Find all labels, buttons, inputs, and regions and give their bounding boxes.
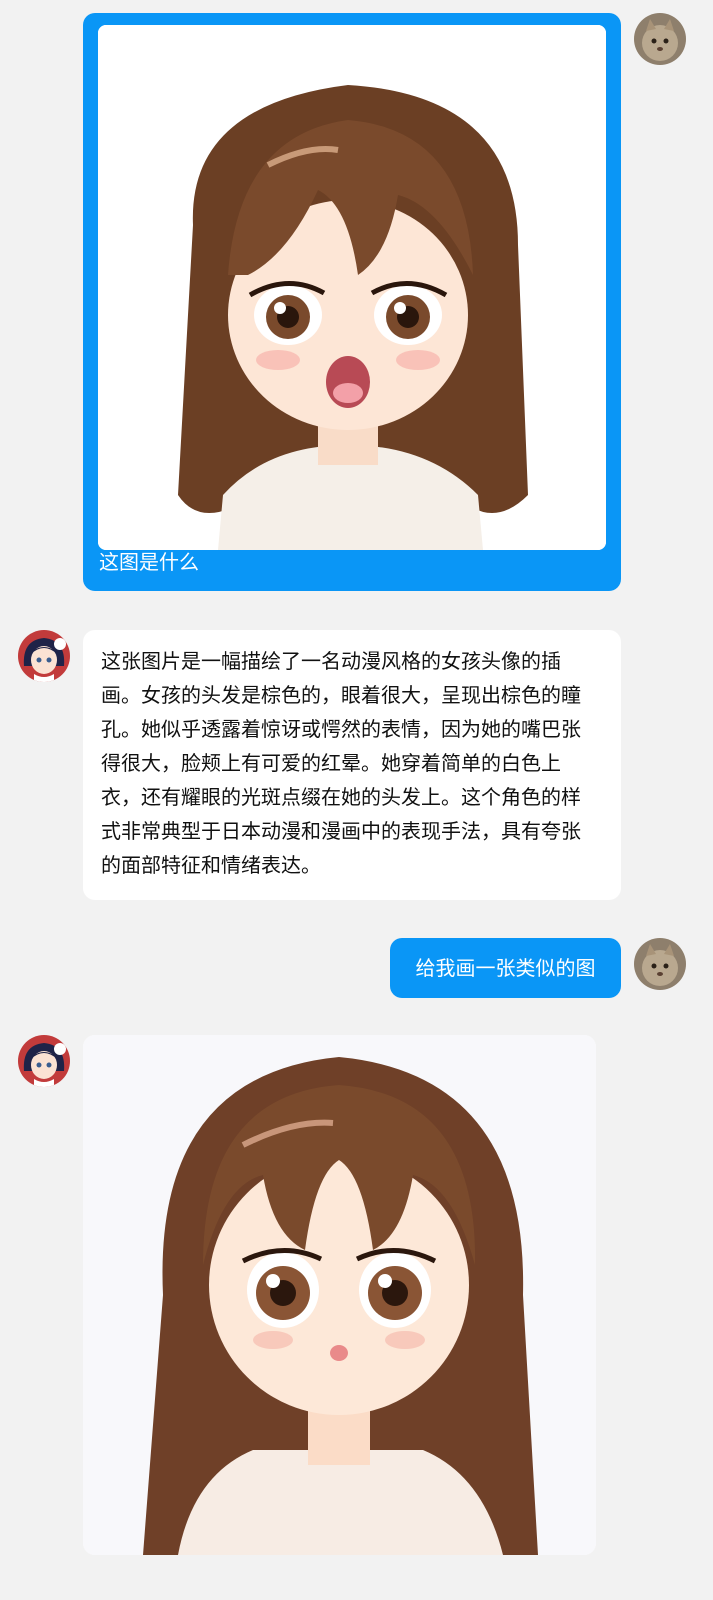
user-text-message[interactable]: 给我画一张类似的图	[390, 938, 621, 998]
image-caption: 这图是什么	[99, 550, 199, 574]
anime-girl-surprised-illustration	[98, 25, 606, 550]
cat-avatar-icon[interactable]	[634, 938, 686, 990]
anime-avatar-icon[interactable]	[18, 630, 70, 682]
anime-avatar-icon[interactable]	[18, 1035, 70, 1087]
assistant-text-message[interactable]: 这张图片是一幅描绘了一名动漫风格的女孩头像的插画。女孩的头发是棕色的，眼着很大，…	[83, 630, 621, 900]
cat-avatar-icon[interactable]	[634, 13, 686, 65]
user-message-text: 给我画一张类似的图	[415, 956, 596, 980]
assistant-message-text: 这张图片是一幅描绘了一名动漫风格的女孩头像的插画。女孩的头发是棕色的，眼着很大，…	[101, 649, 581, 877]
user-image-message[interactable]: 这图是什么	[83, 13, 621, 591]
anime-girl-generated-illustration[interactable]	[83, 1035, 596, 1555]
uploaded-image[interactable]	[98, 25, 606, 550]
assistant-image-message[interactable]	[83, 1035, 596, 1555]
